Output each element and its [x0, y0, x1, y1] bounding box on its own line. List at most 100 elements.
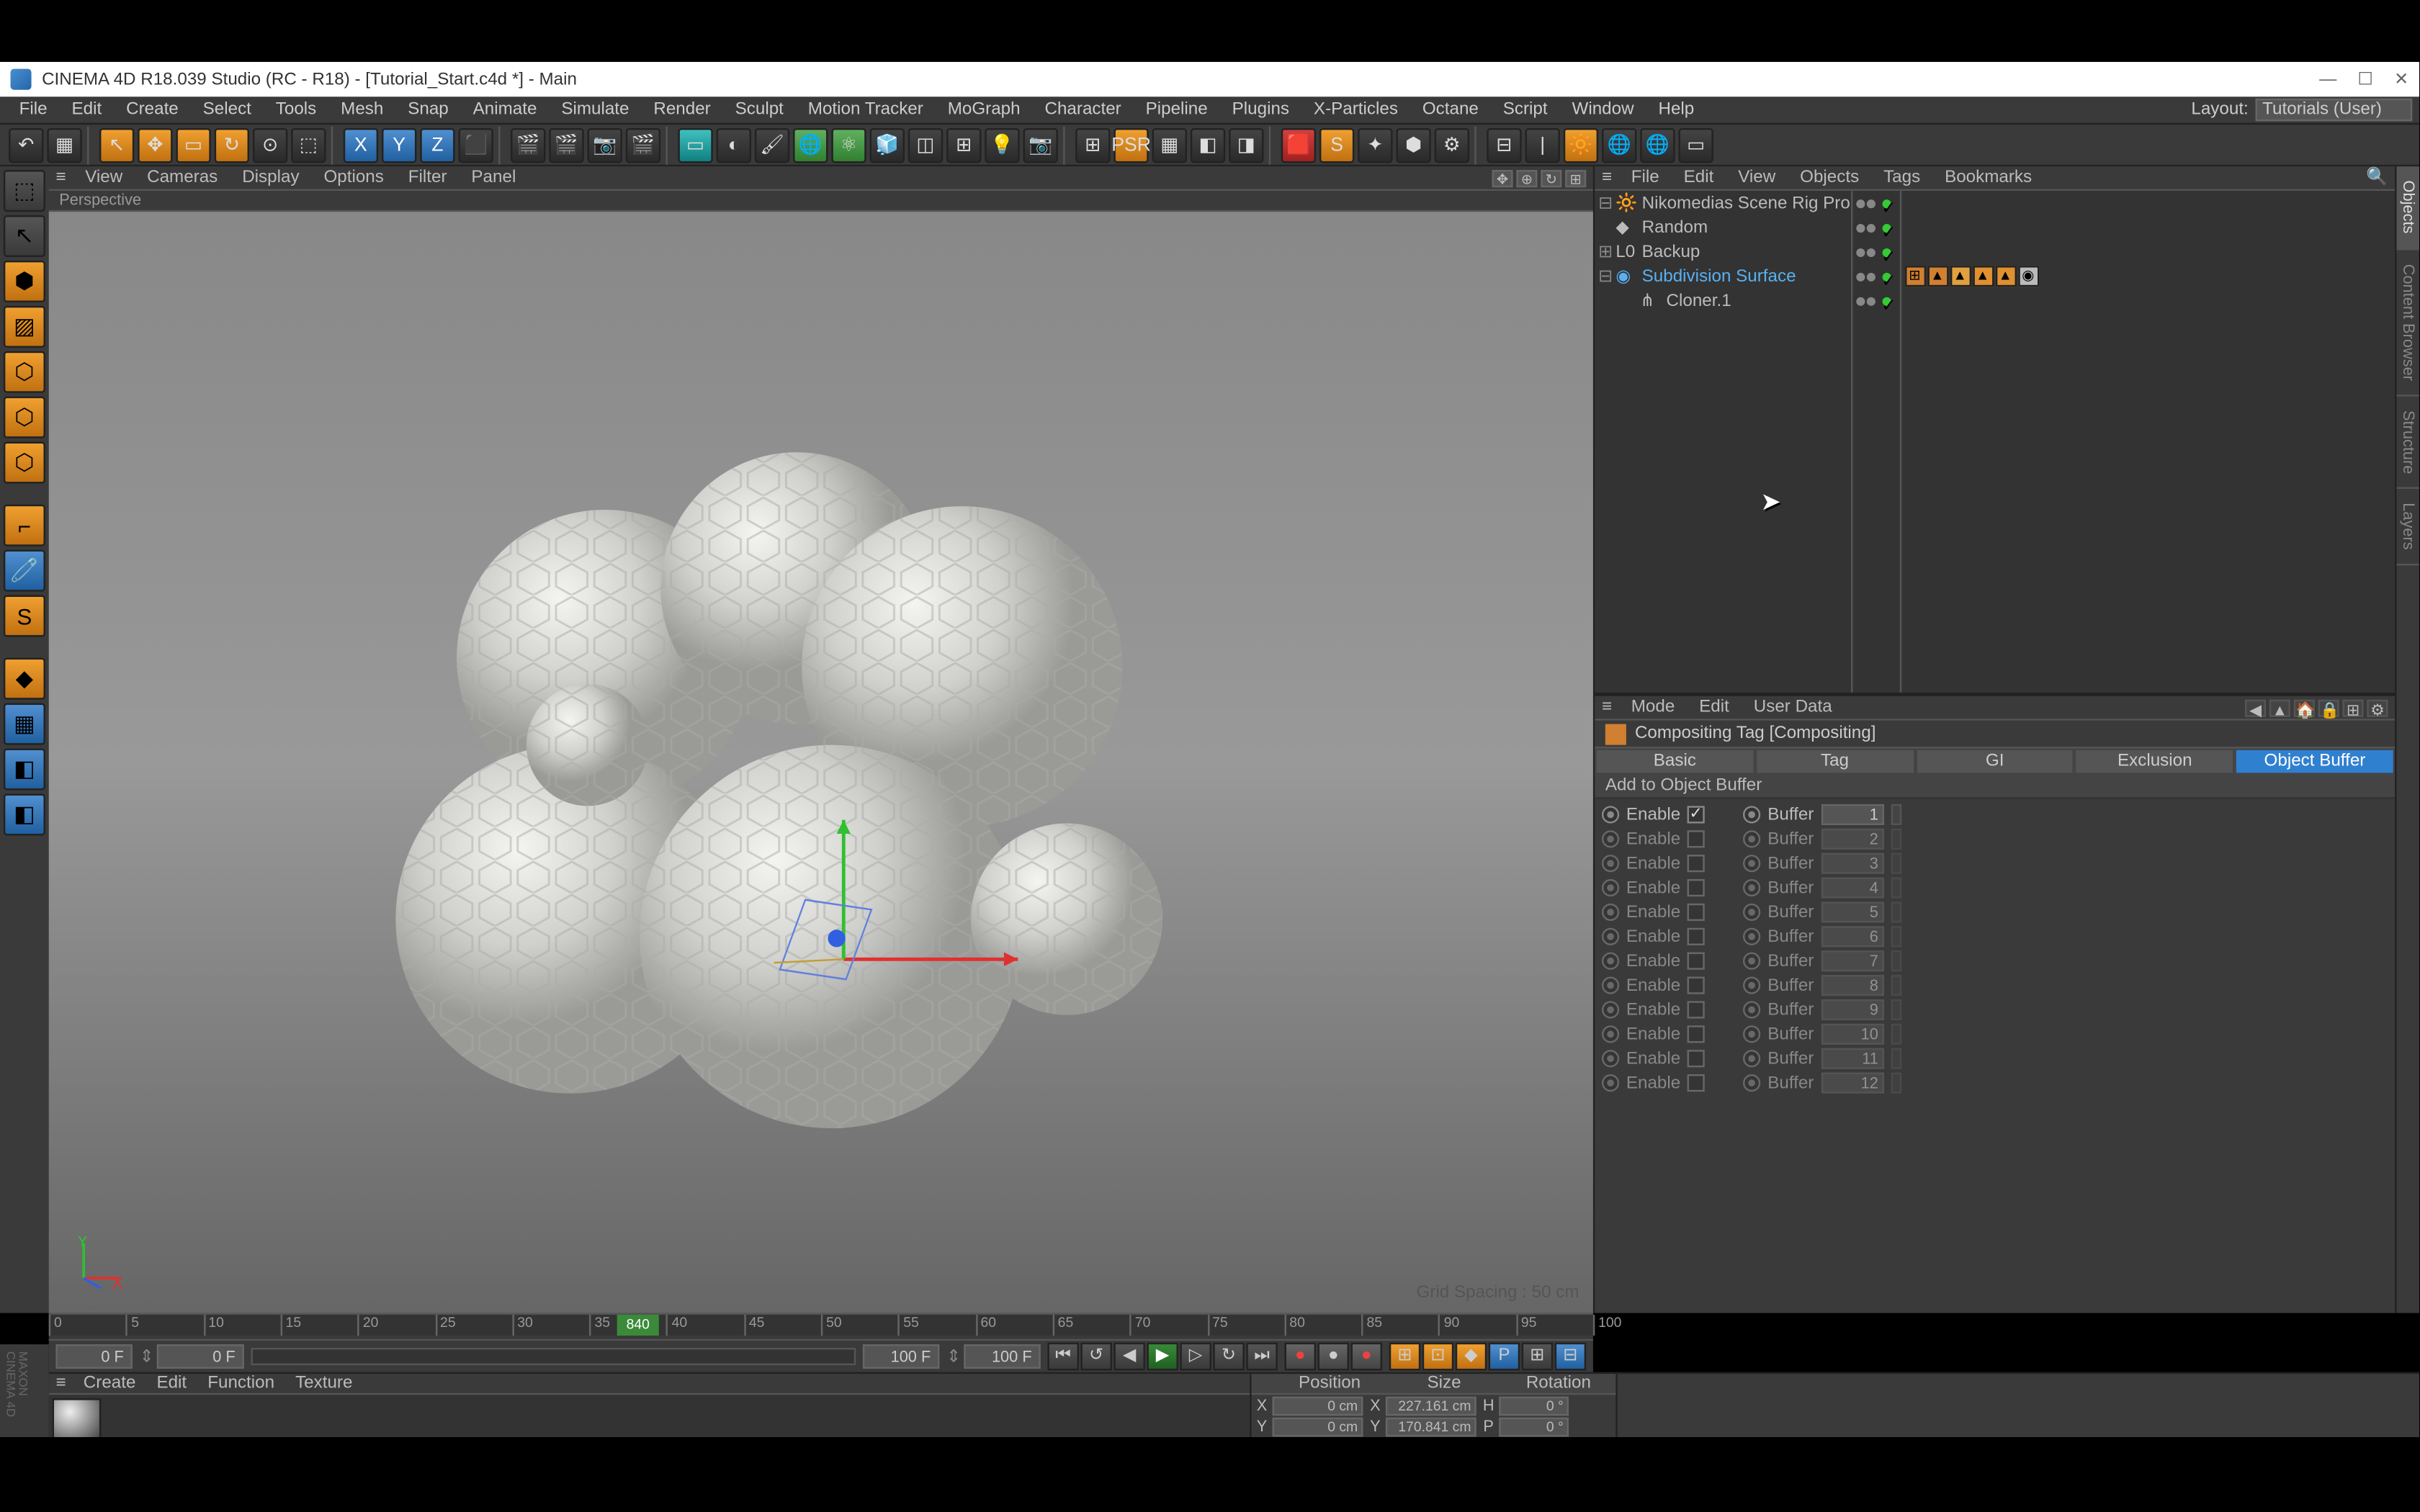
light-button[interactable]: 💡 — [985, 127, 1019, 162]
panel-button-2[interactable]: | — [1525, 127, 1560, 162]
buffer-enable-checkbox[interactable] — [1688, 953, 1705, 970]
tree-vis-toggle[interactable]: ✓ — [1852, 264, 1899, 289]
buffer-enable-radio[interactable] — [1602, 1050, 1619, 1067]
mat-menu-function[interactable]: Function — [197, 1374, 285, 1393]
pos-x-field[interactable] — [1273, 1396, 1363, 1416]
key-button[interactable]: ● — [1351, 1343, 1383, 1371]
mat-menu-create[interactable]: Create — [73, 1374, 146, 1393]
tree-item-nikomedias-scene-rig-pro[interactable]: ⊟🔆Nikomedias Scene Rig Pro — [1595, 191, 1850, 215]
buffer-enable-radio[interactable] — [1602, 830, 1619, 847]
buffer-id-field[interactable] — [1821, 901, 1883, 922]
buffer-spinner[interactable] — [1891, 829, 1901, 850]
attr-nav-home-icon[interactable]: 🏠 — [2294, 699, 2315, 716]
buffer-id-radio[interactable] — [1743, 830, 1760, 847]
frame-start-field[interactable] — [55, 1344, 132, 1369]
buffer-enable-checkbox[interactable] — [1688, 806, 1705, 823]
attr-tab-basic[interactable]: Basic — [1595, 748, 1754, 774]
lt-object-mode[interactable]: ⬢ — [4, 261, 45, 302]
buffer-enable-radio[interactable] — [1602, 977, 1619, 994]
lt-panel-right-button[interactable]: ◧ — [4, 793, 45, 835]
buffer-enable-checkbox[interactable] — [1688, 1025, 1705, 1043]
keymode-p-button[interactable]: P — [1489, 1343, 1520, 1371]
attr-menu-mode[interactable]: Mode — [1619, 698, 1687, 717]
autokey-button[interactable]: ● — [1318, 1343, 1350, 1371]
object-tag-icon[interactable]: ⊞ — [1904, 266, 1925, 287]
vp-menu-options[interactable]: Options — [311, 168, 395, 188]
menu-mesh[interactable]: Mesh — [328, 100, 395, 120]
buffer-enable-checkbox[interactable] — [1688, 830, 1705, 847]
buffer-id-radio[interactable] — [1743, 806, 1760, 823]
tree-item-backup[interactable]: ⊞L0Backup — [1595, 240, 1850, 264]
axis-y-button[interactable]: Y — [382, 127, 416, 162]
select-tool[interactable]: ↖ — [99, 127, 134, 162]
vp-menu-filter[interactable]: Filter — [396, 168, 460, 188]
sky-button[interactable]: 🧊 — [870, 127, 905, 162]
locked-tool[interactable]: ⬚ — [291, 127, 326, 162]
obj-menu-edit[interactable]: Edit — [1672, 168, 1726, 188]
attr-nav-fn-icon[interactable]: ⚙ — [2367, 699, 2388, 716]
object-tag-icon[interactable]: ▲ — [1995, 266, 2016, 287]
buffer-id-field[interactable] — [1821, 1048, 1883, 1069]
goto-end-button[interactable]: ⏭ — [1246, 1343, 1278, 1371]
obj-menu-tags[interactable]: Tags — [1871, 168, 1932, 188]
lt-mesh-mode[interactable]: ▨ — [4, 306, 45, 348]
buffer-enable-checkbox[interactable] — [1688, 928, 1705, 945]
menu-render[interactable]: Render — [641, 100, 722, 120]
menu-mograph[interactable]: MoGraph — [936, 100, 1033, 120]
vp-menu-cameras[interactable]: Cameras — [135, 168, 230, 188]
menu-snap[interactable]: Snap — [395, 100, 460, 120]
object-tag-icon[interactable]: ▲ — [1950, 266, 1971, 287]
tree-item-cloner-1[interactable]: ⋔Cloner.1 — [1595, 289, 1850, 313]
minimize-button[interactable]: — — [2319, 70, 2336, 89]
lt-panel-left-button[interactable]: ◧ — [4, 748, 45, 790]
psr-button[interactable]: ⊞ — [1075, 127, 1110, 162]
lt-grid-button[interactable]: ▦ — [4, 703, 45, 745]
psr-rec-button[interactable]: PSR — [1113, 127, 1148, 162]
material-thumbnail[interactable] — [53, 1398, 102, 1440]
key-button-1[interactable]: ▦ — [1152, 127, 1187, 162]
menu-tools[interactable]: Tools — [264, 100, 328, 120]
panel-button-6[interactable]: ▭ — [1678, 127, 1713, 162]
buffer-spinner[interactable] — [1891, 1073, 1901, 1094]
render-queue-button[interactable]: 🎬 — [626, 127, 660, 162]
menu-create[interactable]: Create — [114, 100, 191, 120]
lt-workplane-button[interactable]: ◆ — [4, 658, 45, 700]
buffer-enable-radio[interactable] — [1602, 879, 1619, 896]
play-fwd-button[interactable]: ▷ — [1180, 1343, 1211, 1371]
timeline[interactable]: 0510152025303540455055606570758085909510… — [49, 1313, 1593, 1341]
menu-motion-tracker[interactable]: Motion Tracker — [796, 100, 936, 120]
buffer-id-radio[interactable] — [1743, 879, 1760, 896]
vp-menu-display[interactable]: Display — [230, 168, 311, 188]
buffer-enable-radio[interactable] — [1602, 928, 1619, 945]
buffer-spinner[interactable] — [1891, 1048, 1901, 1069]
obj-menu-bookmarks[interactable]: Bookmarks — [1932, 168, 2044, 188]
lt-snap-button[interactable]: S — [4, 595, 45, 637]
buffer-enable-radio[interactable] — [1602, 1025, 1619, 1043]
vp-zoom-icon[interactable]: ⊕ — [1516, 169, 1537, 186]
right-tab-structure[interactable]: Structure — [2397, 396, 2419, 490]
buffer-spinner[interactable] — [1891, 901, 1901, 922]
buffer-id-radio[interactable] — [1743, 1001, 1760, 1018]
lt-model-mode[interactable]: ⬚ — [4, 170, 45, 212]
buffer-enable-radio[interactable] — [1602, 1074, 1619, 1092]
keymode-5-button[interactable]: ⊞ — [1522, 1343, 1554, 1371]
hex-button[interactable]: ⬢ — [1396, 127, 1430, 162]
tree-vis-toggle[interactable]: ✓ — [1852, 191, 1899, 215]
vp-orbit-icon[interactable]: ↻ — [1541, 169, 1561, 186]
buffer-enable-checkbox[interactable] — [1688, 1074, 1705, 1092]
tree-item-random[interactable]: ◆Random — [1595, 215, 1850, 240]
frame-current-field[interactable] — [157, 1344, 244, 1369]
buffer-id-field[interactable] — [1821, 975, 1883, 996]
last-tool[interactable]: ⊙ — [253, 127, 287, 162]
field-button[interactable]: ◫ — [908, 127, 943, 162]
menu-file[interactable]: File — [7, 100, 60, 120]
buffer-id-field[interactable] — [1821, 1073, 1883, 1094]
vp-pan-icon[interactable]: ✥ — [1492, 169, 1513, 186]
buffer-enable-checkbox[interactable] — [1688, 1001, 1705, 1018]
buffer-id-radio[interactable] — [1743, 1074, 1760, 1092]
effect-button[interactable]: ✦ — [1358, 127, 1392, 162]
mograph-button[interactable]: ⊞ — [946, 127, 981, 162]
buffer-id-radio[interactable] — [1743, 977, 1760, 994]
rot-h-field[interactable] — [1499, 1396, 1569, 1416]
render-view-button[interactable]: 🎬 — [511, 127, 545, 162]
